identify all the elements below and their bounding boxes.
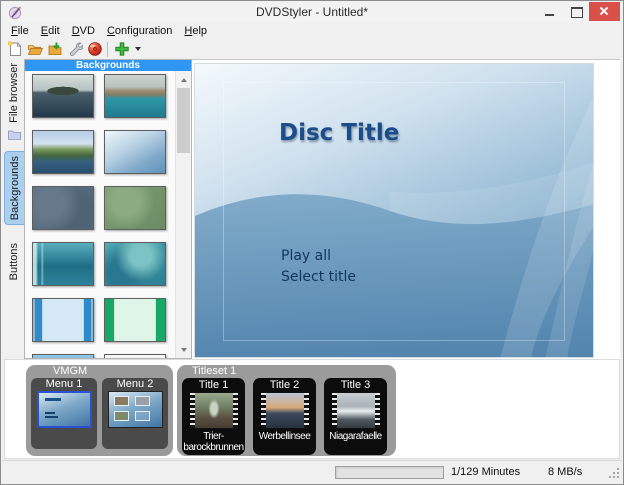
- title-1-frame: [195, 393, 233, 428]
- sidebar-tabstrip: File browser Backgrounds Buttons: [4, 59, 24, 359]
- background-thumb-turquoise[interactable]: [104, 242, 166, 286]
- tab-buttons-label: Buttons: [8, 243, 20, 280]
- statusbar: 1/129 Minutes 8 MB/s: [2, 460, 622, 483]
- title-3-item[interactable]: Title 3 Niagarafaelle: [324, 378, 387, 455]
- backgrounds-list: [25, 71, 191, 358]
- menu-dvd[interactable]: DVD: [66, 23, 101, 39]
- scroll-up-icon[interactable]: [176, 72, 191, 87]
- title-3-filmstrip: [332, 392, 380, 429]
- open-icon: [27, 41, 43, 57]
- background-thumb-lake-aerial[interactable]: [32, 130, 94, 174]
- main-area: File browser Backgrounds Buttons Backgro…: [4, 59, 620, 359]
- menu-1-item[interactable]: Menu 1: [31, 378, 97, 449]
- title-2-filmstrip: [261, 392, 309, 429]
- backgrounds-grid: [25, 71, 175, 358]
- status-minutes: 1/129 Minutes: [451, 461, 520, 483]
- background-thumb-boat-lake[interactable]: [104, 74, 166, 118]
- window-controls: [537, 2, 620, 21]
- tab-file-browser-label: File browser: [8, 63, 20, 123]
- title-2-caption: Werbellinsee: [253, 431, 316, 442]
- background-thumb-green-bars[interactable]: [104, 298, 166, 342]
- title-2-frame: [266, 393, 304, 428]
- scrollbar-thumb[interactable]: [177, 88, 190, 153]
- menu-2-thumbnail[interactable]: [108, 391, 163, 428]
- title-3-label: Title 3: [324, 378, 387, 392]
- save-button[interactable]: [45, 40, 65, 58]
- tab-backgrounds[interactable]: Backgrounds: [4, 151, 24, 225]
- background-thumb-gray-gradient[interactable]: [104, 354, 166, 358]
- backgrounds-panel: Backgrounds: [24, 59, 192, 359]
- app-window: DVDStyler - Untitled* File Edit DVD Conf…: [0, 0, 624, 485]
- menu-canvas[interactable]: Disc Title Play all Select title: [194, 63, 594, 358]
- menu-configuration[interactable]: Configuration: [101, 23, 178, 39]
- vmgm-label: VMGM: [26, 365, 173, 378]
- maximize-button[interactable]: [563, 2, 589, 21]
- tab-file-browser[interactable]: File browser: [4, 63, 24, 151]
- play-all-button-object[interactable]: Play all: [281, 248, 331, 264]
- open-button[interactable]: [25, 40, 45, 58]
- capacity-gauge: [335, 466, 444, 479]
- tab-backgrounds-label: Backgrounds: [9, 156, 21, 220]
- add-file-button[interactable]: [112, 40, 132, 58]
- backgrounds-panel-header: Backgrounds: [25, 60, 191, 71]
- close-button[interactable]: [589, 2, 620, 21]
- titleset-row: Title 1 Trier-barockbrunnen Title 2: [177, 378, 396, 455]
- title-1-caption: Trier-barockbrunnen: [182, 431, 245, 453]
- background-thumb-sea-island[interactable]: [32, 74, 94, 118]
- titleset-label: Titleset 1: [177, 365, 396, 378]
- titlebar: DVDStyler - Untitled*: [2, 2, 622, 23]
- settings-button[interactable]: [65, 40, 85, 58]
- tab-buttons[interactable]: Buttons: [4, 243, 24, 291]
- menu-1-thumbnail[interactable]: [37, 391, 92, 428]
- title-1-item[interactable]: Title 1 Trier-barockbrunnen: [182, 378, 245, 455]
- vmgm-row: Menu 1 Menu 2: [26, 378, 173, 449]
- minimize-button[interactable]: [537, 2, 563, 21]
- settings-wrench-icon: [67, 41, 83, 57]
- resize-grip[interactable]: [607, 468, 619, 480]
- background-thumb-blue-wave[interactable]: [104, 130, 166, 174]
- titleset-group: Titleset 1 Title 1 Trier-barockbrunnen T…: [177, 365, 396, 456]
- vmgm-group: VMGM Menu 1 Menu 2: [26, 365, 173, 456]
- background-thumb-blue-bars[interactable]: [32, 298, 94, 342]
- titleset-browser: VMGM Menu 1 Menu 2: [4, 359, 620, 459]
- title-3-caption: Niagarafaelle: [324, 431, 387, 442]
- burn-disc-icon: [87, 41, 103, 57]
- select-title-button-object[interactable]: Select title: [281, 269, 356, 285]
- menu-2-item[interactable]: Menu 2: [102, 378, 168, 449]
- menu-edit[interactable]: Edit: [35, 23, 66, 39]
- menu-2-label: Menu 2: [102, 378, 168, 391]
- menu-help[interactable]: Help: [178, 23, 213, 39]
- background-thumb-teal-streaks[interactable]: [32, 242, 94, 286]
- add-dropdown-caret[interactable]: [135, 47, 141, 51]
- folder-icon: [8, 127, 21, 145]
- scroll-down-icon[interactable]: [176, 342, 191, 357]
- title-1-filmstrip: [190, 392, 238, 429]
- title-1-label: Title 1: [182, 378, 245, 392]
- background-thumb-blue-gradient[interactable]: [32, 354, 94, 358]
- background-thumb-green-clouds[interactable]: [104, 186, 166, 230]
- new-project-icon: [7, 41, 23, 57]
- status-speed: 8 MB/s: [548, 461, 582, 483]
- title-3-frame: [337, 393, 375, 428]
- menu-1-label: Menu 1: [31, 378, 97, 391]
- menu-editor: Disc Title Play all Select title: [192, 59, 620, 359]
- menubar: File Edit DVD Configuration Help: [2, 23, 622, 39]
- new-project-button[interactable]: [5, 40, 25, 58]
- title-2-item[interactable]: Title 2 Werbellinsee: [253, 378, 316, 455]
- menu-file[interactable]: File: [5, 23, 35, 39]
- window-title: DVDStyler - Untitled*: [2, 2, 622, 23]
- add-file-icon: [114, 41, 130, 57]
- save-icon: [47, 41, 63, 57]
- burn-button[interactable]: [85, 40, 105, 58]
- toolbar-separator: [107, 42, 108, 57]
- backgrounds-scrollbar[interactable]: [175, 71, 191, 358]
- film-perforation: [233, 393, 238, 428]
- toolbar: [2, 39, 622, 59]
- background-thumb-slate-clouds[interactable]: [32, 186, 94, 230]
- disc-title-object[interactable]: Disc Title: [279, 120, 399, 146]
- title-2-label: Title 2: [253, 378, 316, 392]
- film-perforation: [375, 393, 380, 428]
- film-perforation: [304, 393, 309, 428]
